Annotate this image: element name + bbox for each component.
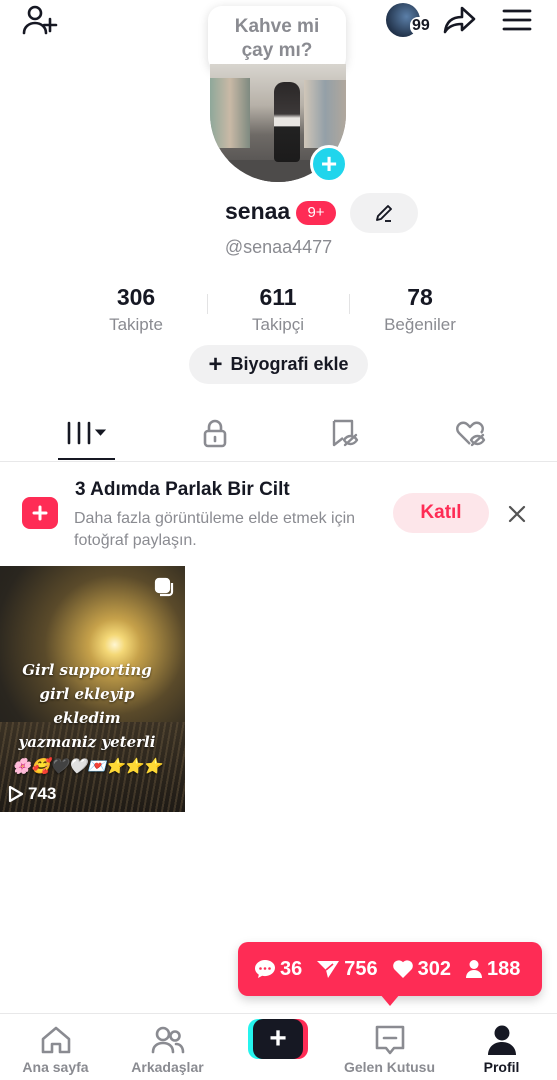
plus-icon: + bbox=[208, 350, 223, 378]
add-bio-label: Biyografi ekle bbox=[230, 354, 349, 374]
status-bubble[interactable]: Kahve mi çay mı? bbox=[208, 6, 346, 72]
stat-followers-label: Takipçi bbox=[252, 315, 304, 334]
stat-divider bbox=[349, 294, 350, 314]
stat-followers-value: 611 bbox=[259, 284, 297, 310]
add-story-plus-icon[interactable]: + bbox=[310, 145, 348, 183]
bookmark-hidden-icon bbox=[332, 419, 358, 447]
activity-shares-count: 756 bbox=[344, 957, 378, 980]
nav-home[interactable]: Ana sayfa bbox=[0, 1014, 111, 1080]
send-icon bbox=[317, 961, 340, 978]
nav-profile[interactable]: Profil bbox=[446, 1014, 557, 1080]
story-count: 99 bbox=[410, 17, 432, 35]
avatar-bg-right bbox=[304, 80, 346, 148]
play-icon bbox=[8, 785, 24, 803]
profile-tabs bbox=[0, 405, 557, 461]
tab-videos[interactable] bbox=[31, 405, 142, 461]
edit-profile-button[interactable] bbox=[350, 193, 418, 233]
activity-likes-count: 302 bbox=[417, 957, 451, 980]
liked-hidden-icon bbox=[455, 421, 485, 447]
avatar-person bbox=[274, 82, 300, 162]
inbox-icon bbox=[373, 1023, 407, 1057]
stat-followers[interactable]: 611 Takipçi bbox=[218, 284, 338, 335]
comment-icon bbox=[255, 960, 275, 978]
activity-comments: 36 bbox=[254, 958, 302, 981]
stat-following-label: Takipte bbox=[109, 315, 163, 334]
create-button[interactable]: + bbox=[248, 1019, 308, 1059]
create-plus-icon: + bbox=[253, 1019, 303, 1059]
tab-favorites[interactable] bbox=[288, 405, 399, 461]
stat-likes[interactable]: 78 Beğeniler bbox=[360, 284, 480, 335]
tab-liked[interactable] bbox=[415, 405, 526, 461]
activity-notification-pill[interactable]: 36 756 302 188 bbox=[238, 942, 542, 996]
share-icon[interactable] bbox=[442, 3, 478, 37]
add-user-icon[interactable] bbox=[20, 3, 60, 37]
pill-tail bbox=[380, 994, 400, 1006]
activity-likes: 302 bbox=[392, 958, 451, 981]
promo-description: Daha fazla görüntüleme elde etmek için f… bbox=[74, 510, 356, 549]
nav-friends-label: Arkadaşlar bbox=[131, 1059, 204, 1075]
activity-comments-count: 36 bbox=[280, 957, 303, 980]
activity-followers: 188 bbox=[465, 958, 520, 981]
stat-divider bbox=[207, 294, 208, 314]
nav-inbox-label: Gelen Kutusu bbox=[343, 1059, 435, 1075]
home-icon bbox=[39, 1023, 73, 1057]
friends-icon bbox=[151, 1023, 185, 1057]
profile-username: senaa bbox=[225, 198, 291, 224]
nav-friends[interactable]: Arkadaşlar bbox=[112, 1014, 223, 1080]
avatar-bg-left bbox=[210, 78, 250, 148]
active-tab-indicator bbox=[58, 458, 115, 460]
status-bubble-line1: Kahve mi bbox=[234, 16, 320, 37]
promo-title: 3 Adımda Parlak Bir Cilt bbox=[75, 479, 290, 500]
video-views-count: 743 bbox=[28, 784, 57, 803]
video-caption: Girl supporting girl ekleyip ekledim yaz… bbox=[12, 661, 162, 775]
profile-handle: @senaa4477 bbox=[224, 237, 333, 257]
nav-profile-label: Profil bbox=[483, 1059, 520, 1075]
nav-inbox[interactable]: Gelen Kutusu bbox=[334, 1014, 445, 1080]
lock-icon bbox=[203, 419, 226, 448]
videos-grid-icon bbox=[67, 421, 106, 445]
activity-shares: 756 bbox=[316, 957, 378, 981]
pencil-icon bbox=[376, 205, 392, 222]
status-bubble-line2: çay mı? bbox=[241, 40, 313, 61]
video-thumbnail[interactable]: Girl supporting girl ekleyip ekledim yaz… bbox=[0, 566, 185, 812]
tabs-divider bbox=[0, 461, 557, 462]
add-bio-button[interactable]: + Biyografi ekle bbox=[189, 345, 368, 384]
promo-camera-icon bbox=[22, 495, 58, 529]
menu-icon[interactable] bbox=[500, 5, 534, 35]
activity-followers-count: 188 bbox=[487, 957, 521, 980]
video-views: 743 bbox=[8, 784, 56, 804]
close-icon[interactable] bbox=[505, 502, 529, 526]
stat-following-value: 306 bbox=[116, 284, 156, 310]
stat-likes-value: 78 bbox=[407, 284, 433, 310]
story-avatar-button[interactable]: 99 bbox=[386, 3, 432, 37]
notification-badge[interactable]: 9+ bbox=[296, 201, 336, 225]
multi-photo-icon bbox=[154, 577, 174, 597]
profile-icon bbox=[485, 1023, 519, 1057]
person-icon bbox=[466, 960, 482, 978]
heart-icon bbox=[392, 960, 413, 978]
join-button[interactable]: Katıl bbox=[393, 493, 489, 533]
nav-home-label: Ana sayfa bbox=[22, 1059, 89, 1075]
stat-following[interactable]: 306 Takipte bbox=[76, 284, 196, 335]
stat-likes-label: Beğeniler bbox=[384, 315, 456, 334]
tab-private[interactable] bbox=[159, 405, 270, 461]
